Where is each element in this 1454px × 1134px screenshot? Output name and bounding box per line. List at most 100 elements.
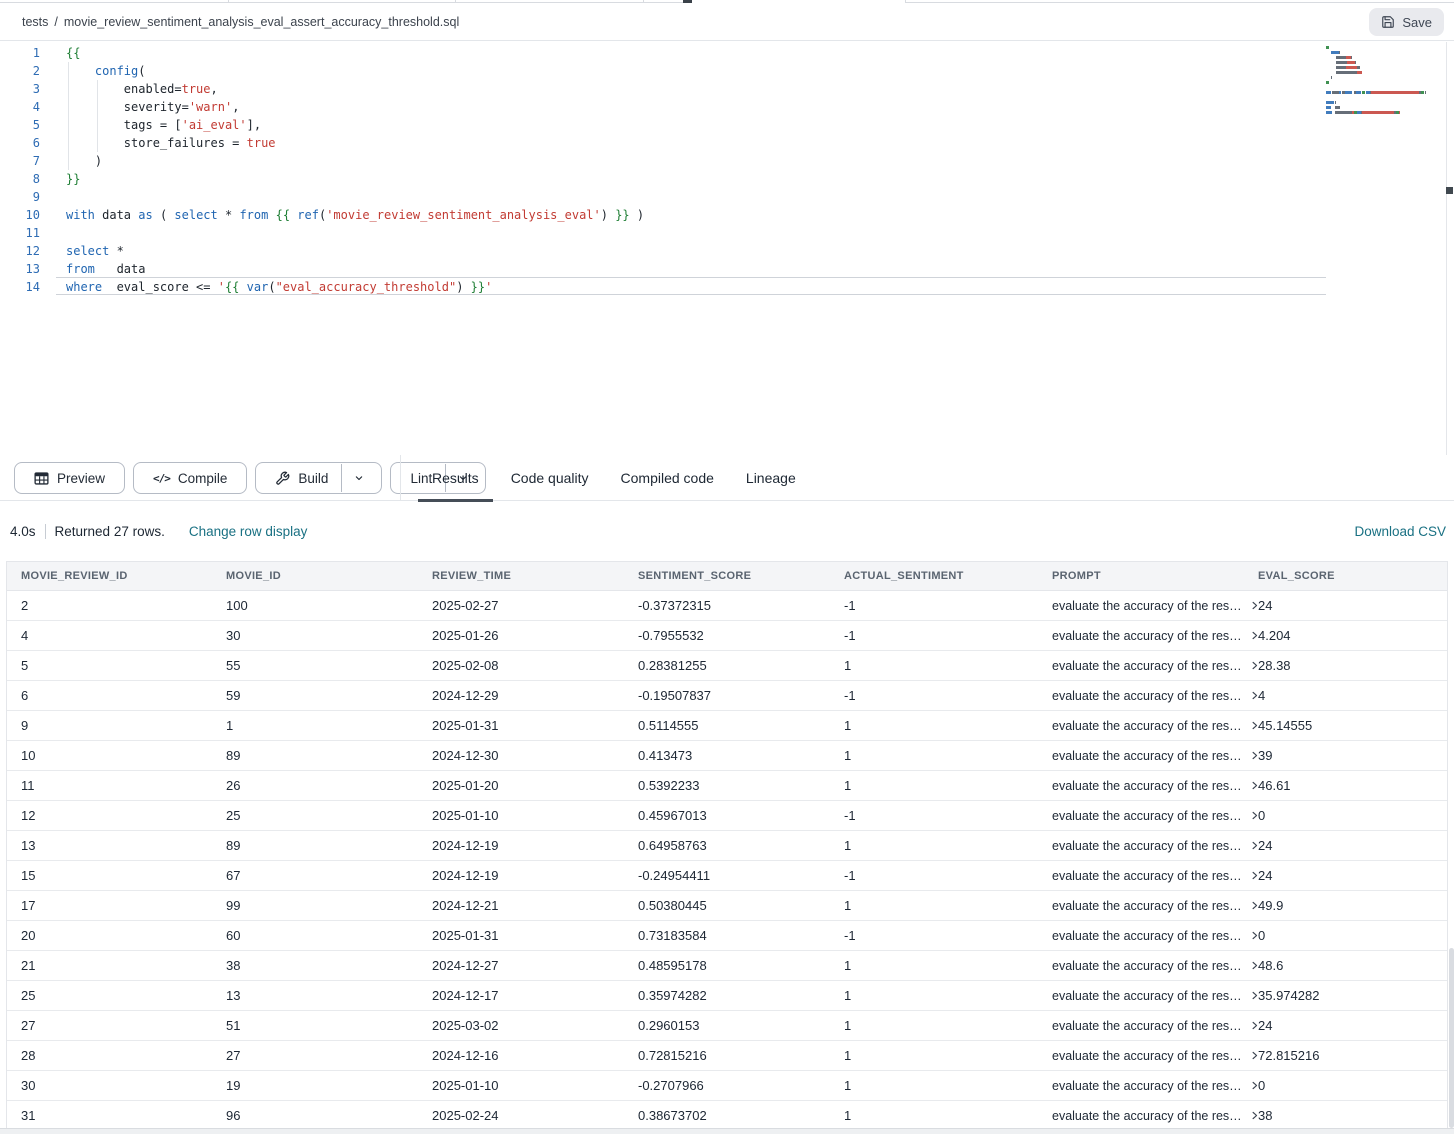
toolbar-divider [400, 455, 401, 501]
line-number: 7 [0, 152, 40, 170]
cell-actual-sentiment: 1 [830, 958, 1038, 973]
save-button-label: Save [1402, 15, 1432, 30]
tab-results[interactable]: Results [418, 455, 493, 501]
cell-prompt[interactable]: evaluate the accuracy of the res… [1038, 779, 1244, 793]
editor-actions: Preview </> Compile Build [14, 462, 486, 494]
cell-sentiment-score: 0.413473 [624, 748, 830, 763]
save-button[interactable]: Save [1369, 8, 1444, 36]
cell-review-time: 2025-02-24 [418, 1108, 624, 1123]
prompt-text: evaluate the accuracy of the res… [1052, 809, 1242, 823]
code-line[interactable]: 12 select * [0, 242, 1446, 260]
cell-actual-sentiment: -1 [830, 628, 1038, 643]
build-dropdown-toggle[interactable] [341, 464, 375, 492]
cell-actual-sentiment: -1 [830, 688, 1038, 703]
cell-prompt[interactable]: evaluate the accuracy of the res… [1038, 869, 1244, 883]
cell-prompt[interactable]: evaluate the accuracy of the res… [1038, 719, 1244, 733]
code-line[interactable]: 6 store_failures = true [0, 134, 1446, 152]
cell-prompt[interactable]: evaluate the accuracy of the res… [1038, 989, 1244, 1003]
cell-actual-sentiment: 1 [830, 1108, 1038, 1123]
prompt-text: evaluate the accuracy of the res… [1052, 1019, 1242, 1033]
table-scrollbar[interactable] [1449, 948, 1454, 1128]
cell-sentiment-score: -0.24954411 [624, 868, 830, 883]
cell-sentiment-score: 0.73183584 [624, 928, 830, 943]
cell-prompt[interactable]: evaluate the accuracy of the res… [1038, 749, 1244, 763]
wrench-icon [275, 471, 290, 486]
download-csv-link[interactable]: Download CSV [1354, 524, 1446, 539]
cell-sentiment-score: 0.28381255 [624, 658, 830, 673]
code-text: tags = ['ai_eval'], [66, 116, 261, 134]
cell-movie-review-id: 31 [7, 1108, 212, 1123]
cell-actual-sentiment: -1 [830, 868, 1038, 883]
code-line[interactable]: 3 enabled=true, [0, 80, 1446, 98]
code-line[interactable]: 11 [0, 224, 1446, 242]
change-row-display-link[interactable]: Change row display [189, 524, 308, 539]
code-text: enabled=true, [66, 80, 218, 98]
cell-movie-review-id: 13 [7, 838, 212, 853]
prompt-text: evaluate the accuracy of the res… [1052, 839, 1242, 853]
editor-scrollbar[interactable] [1446, 187, 1453, 194]
tab-code-quality[interactable]: Code quality [497, 455, 603, 501]
cell-sentiment-score: 0.2960153 [624, 1018, 830, 1033]
breadcrumb-separator: / [54, 15, 57, 29]
compile-button[interactable]: </> Compile [133, 462, 247, 494]
code-line[interactable]: 8 }} [0, 170, 1446, 188]
preview-button[interactable]: Preview [14, 462, 125, 494]
cell-prompt[interactable]: evaluate the accuracy of the res… [1038, 659, 1244, 673]
code-line[interactable]: 14 where eval_score <= '{{ var("eval_acc… [0, 278, 1446, 296]
column-header-sentiment-score: SENTIMENT_SCORE [624, 570, 830, 582]
cell-prompt[interactable]: evaluate the accuracy of the res… [1038, 839, 1244, 853]
code-line[interactable]: 4 severity='warn', [0, 98, 1446, 116]
cell-sentiment-score: -0.37372315 [624, 598, 830, 613]
cell-review-time: 2025-01-10 [418, 1078, 624, 1093]
code-line[interactable]: 5 tags = ['ai_eval'], [0, 116, 1446, 134]
cell-review-time: 2024-12-29 [418, 688, 624, 703]
cell-prompt[interactable]: evaluate the accuracy of the res… [1038, 1019, 1244, 1033]
cell-prompt[interactable]: evaluate the accuracy of the res… [1038, 1049, 1244, 1063]
cell-eval-score: 46.61 [1244, 778, 1447, 793]
code-line[interactable]: 9 [0, 188, 1446, 206]
cell-eval-score: 0 [1244, 808, 1447, 823]
cell-prompt[interactable]: evaluate the accuracy of the res… [1038, 929, 1244, 943]
cell-movie-review-id: 21 [7, 958, 212, 973]
cell-sentiment-score: -0.19507837 [624, 688, 830, 703]
code-line[interactable]: 1 {{ [0, 44, 1446, 62]
table-row: 6 59 2024-12-29 -0.19507837 -1 evaluate … [7, 681, 1447, 711]
cell-prompt[interactable]: evaluate the accuracy of the res… [1038, 1109, 1244, 1123]
minimap[interactable] [1326, 46, 1438, 116]
code-text: with data as ( select * from {{ ref('mov… [66, 206, 644, 224]
build-button[interactable]: Build [255, 462, 382, 494]
cell-sentiment-score: 0.45967013 [624, 808, 830, 823]
cell-eval-score: 24 [1244, 598, 1447, 613]
cell-actual-sentiment: 1 [830, 748, 1038, 763]
cell-review-time: 2025-02-27 [418, 598, 624, 613]
code-line[interactable]: 10 with data as ( select * from {{ ref('… [0, 206, 1446, 224]
cell-sentiment-score: 0.50380445 [624, 898, 830, 913]
code-line[interactable]: 13 from data [0, 260, 1446, 278]
prompt-text: evaluate the accuracy of the res… [1052, 599, 1242, 613]
results-table-body: 2 100 2025-02-27 -0.37372315 -1 evaluate… [7, 591, 1447, 1128]
cell-actual-sentiment: 1 [830, 1048, 1038, 1063]
query-status: 4.0s Returned 27 rows. Change row displa… [0, 524, 307, 539]
horizontal-scrollbar[interactable] [0, 1128, 1454, 1134]
cell-prompt[interactable]: evaluate the accuracy of the res… [1038, 599, 1244, 613]
code-line[interactable]: 7 ) [0, 152, 1446, 170]
table-row: 2 100 2025-02-27 -0.37372315 -1 evaluate… [7, 591, 1447, 621]
cell-prompt[interactable]: evaluate the accuracy of the res… [1038, 689, 1244, 703]
cell-prompt[interactable]: evaluate the accuracy of the res… [1038, 1079, 1244, 1093]
code-editor[interactable]: 1 {{ 2 config( 3 enabled=true, 4 severit… [0, 42, 1447, 455]
cell-movie-id: 30 [212, 628, 418, 643]
cell-prompt[interactable]: evaluate the accuracy of the res… [1038, 959, 1244, 973]
code-line[interactable]: 2 config( [0, 62, 1446, 80]
cell-prompt[interactable]: evaluate the accuracy of the res… [1038, 899, 1244, 913]
cell-prompt[interactable]: evaluate the accuracy of the res… [1038, 629, 1244, 643]
prompt-text: evaluate the accuracy of the res… [1052, 719, 1242, 733]
cell-eval-score: 4.204 [1244, 628, 1447, 643]
result-tabs: Results Code quality Compiled code Linea… [418, 455, 810, 501]
cell-prompt[interactable]: evaluate the accuracy of the res… [1038, 809, 1244, 823]
tab-lineage[interactable]: Lineage [732, 455, 810, 501]
cell-actual-sentiment: 1 [830, 988, 1038, 1003]
tab-compiled-code[interactable]: Compiled code [607, 455, 728, 501]
line-number: 3 [0, 80, 40, 98]
cell-movie-id: 96 [212, 1108, 418, 1123]
cell-review-time: 2025-03-02 [418, 1018, 624, 1033]
